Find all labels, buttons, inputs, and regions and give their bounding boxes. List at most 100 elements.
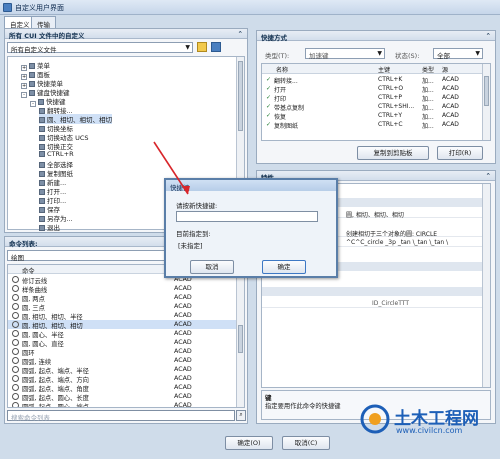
command-row[interactable]: 圆, 圆心、半径 ACAD: [8, 329, 244, 339]
column-key[interactable]: 主键: [378, 65, 390, 74]
command-icon: [12, 384, 19, 391]
command-row[interactable]: 圆弧, 起点、端点、角度 ACAD: [8, 383, 244, 393]
checkmark-icon: ✓: [266, 85, 272, 92]
command-row[interactable]: 圆弧, 起点、圆心、长度 ACAD: [8, 392, 244, 402]
search-clear-icon[interactable]: ⌕: [236, 410, 246, 421]
collapse-icon[interactable]: ⌃: [238, 30, 243, 38]
property-macro-value: ^C^C_circle _3p _tan \_tan \_tan \: [346, 239, 449, 246]
command-row[interactable]: 圆弧, 起点、端点、方向 ACAD: [8, 374, 244, 384]
command-filter-value: 绘图: [11, 254, 24, 262]
command-row[interactable]: 圆, 相切、相切、半径 ACAD: [8, 311, 244, 321]
checkmark-icon: ✓: [266, 76, 272, 83]
shortcut-name: 恢复: [274, 114, 287, 121]
command-source: ACAD: [174, 375, 192, 382]
command-source: ACAD: [174, 348, 192, 355]
shortcut-type: 加...: [422, 105, 434, 112]
command-icon: [12, 321, 19, 328]
dialog-prompt-label: 请按新快捷键:: [176, 202, 218, 210]
title-bar: 自定义用户界面: [0, 0, 500, 15]
shortcut-row[interactable]: ✓ 打开 CTRL+O 加... ACAD: [262, 85, 490, 94]
cui-file-select[interactable]: 所有自定义文件 ▼: [7, 42, 193, 54]
shortcut-source: ACAD: [442, 94, 459, 101]
shortcut-key: CTRL+SHI...: [378, 103, 415, 110]
column-source[interactable]: 源: [442, 65, 448, 74]
shortcut-row[interactable]: ✓ 打印 CTRL+P 加... ACAD: [262, 94, 490, 103]
command-source: ACAD: [174, 285, 192, 292]
status-label: 状态(S):: [395, 52, 420, 60]
shortcut-row[interactable]: ✓ 恢复 CTRL+Y 加... ACAD: [262, 112, 490, 121]
status-select[interactable]: 全部 ▼: [433, 48, 483, 60]
command-source: ACAD: [174, 294, 192, 301]
column-type[interactable]: 类型: [422, 65, 434, 74]
command-icon: [12, 312, 19, 319]
save-file-icon[interactable]: [211, 42, 221, 52]
command-icon: [12, 375, 19, 382]
help-text: 指定要用作此命令的快捷键: [265, 403, 341, 410]
command-row[interactable]: 圆, 相切、相切、相切 ACAD: [8, 320, 244, 330]
collapse-icon[interactable]: -: [21, 92, 27, 98]
tree-item-label: 退出: [47, 224, 60, 232]
type-select[interactable]: 加速键 ▼: [305, 48, 385, 60]
command-row[interactable]: 圆弧, 起点、圆心、端点 ACAD: [8, 401, 244, 407]
chevron-down-icon: ▼: [475, 50, 480, 57]
shortcut-key: CTRL+C: [378, 121, 403, 128]
shortcut-table-header: 名称 主键 类型 源: [262, 64, 490, 74]
command-list-scrollbar-thumb[interactable]: [238, 325, 243, 353]
tab-transfer[interactable]: 传输: [31, 16, 56, 29]
command-row[interactable]: 圆, 三点 ACAD: [8, 302, 244, 312]
command-source: ACAD: [174, 366, 192, 373]
open-file-icon[interactable]: [197, 42, 207, 52]
shortcut-key: CTRL+O: [378, 85, 404, 92]
command-source: ACAD: [174, 384, 192, 391]
shortcut-key: CTRL+P: [378, 94, 403, 101]
shortcut-source: ACAD: [442, 121, 459, 128]
command-search-input[interactable]: 搜索命令列表: [7, 410, 235, 422]
property-section: [262, 287, 490, 296]
property-name-value: 圆, 相切、相切、相切: [346, 212, 404, 219]
cancel-button[interactable]: 取消(C): [282, 436, 330, 450]
command-source: ACAD: [174, 357, 192, 364]
command-source: ACAD: [174, 330, 192, 337]
command-source: ACAD: [174, 312, 192, 319]
copy-to-clipboard-button[interactable]: 复制到剪贴板: [357, 146, 429, 160]
shortcut-key: CTRL+Y: [378, 112, 403, 119]
command-source: ACAD: [174, 321, 192, 328]
shortcut-type: 加...: [422, 114, 434, 121]
command-row[interactable]: 圆弧, 起点、端点、半径 ACAD: [8, 365, 244, 375]
new-shortcut-input[interactable]: [176, 211, 318, 222]
shortcut-name: 带基点复制: [274, 105, 305, 112]
collapse-icon[interactable]: ⌃: [486, 172, 491, 180]
shortcut-table-scrollbar-thumb[interactable]: [484, 76, 489, 106]
command-row[interactable]: 圆, 圆心、直径 ACAD: [8, 338, 244, 348]
shortcut-row[interactable]: ✓ 翻转接... CTRL+K 加... ACAD: [262, 76, 490, 85]
collapse-icon[interactable]: -: [30, 101, 36, 107]
dialog-ok-button[interactable]: 确定: [262, 260, 306, 274]
tree-scrollbar-thumb[interactable]: [238, 61, 243, 131]
command-icon: [12, 285, 19, 292]
tree-item[interactable]: CTRL+R: [39, 150, 74, 158]
column-name[interactable]: 名称: [276, 65, 288, 74]
shortcut-row[interactable]: ✓ 复制图纸 CTRL+C 加... ACAD: [262, 121, 490, 130]
command-row[interactable]: 圆环 ACAD: [8, 347, 244, 357]
command-row[interactable]: 圆弧, 连续 ACAD: [8, 356, 244, 366]
annotation-arrow: [153, 141, 190, 195]
column-command[interactable]: 命令: [22, 266, 35, 275]
property-description-value: 创建相切于三个对象的圆: CIRCLE: [346, 231, 438, 238]
properties-scrollbar[interactable]: [482, 184, 490, 387]
cui-tree-header: 所有 CUI 文件中的自定义 ⌃: [5, 29, 247, 40]
command-row[interactable]: 圆, 两点 ACAD: [8, 293, 244, 303]
shortcut-table-scrollbar[interactable]: [482, 64, 490, 140]
command-icon: [12, 393, 19, 400]
collapse-icon[interactable]: ⌃: [486, 32, 491, 40]
assigned-to-value: [未指定]: [178, 242, 203, 250]
shortcut-row[interactable]: ✓ 带基点复制 CTRL+SHI... 加... ACAD: [262, 103, 490, 112]
command-list-scrollbar[interactable]: [236, 265, 244, 407]
ok-button[interactable]: 确定(O): [225, 436, 273, 450]
command-row[interactable]: 样条曲线 ACAD: [8, 284, 244, 294]
shortcut-header: 快捷方式 ⌃: [257, 31, 495, 42]
tree-item[interactable]: 退出: [39, 222, 60, 232]
dialog-cancel-button[interactable]: 取消: [190, 260, 234, 274]
window-title: 自定义用户界面: [15, 4, 64, 12]
print-button[interactable]: 打印(R): [437, 146, 483, 160]
property-row-element-id[interactable]: ID_CircleTTT: [262, 299, 490, 308]
